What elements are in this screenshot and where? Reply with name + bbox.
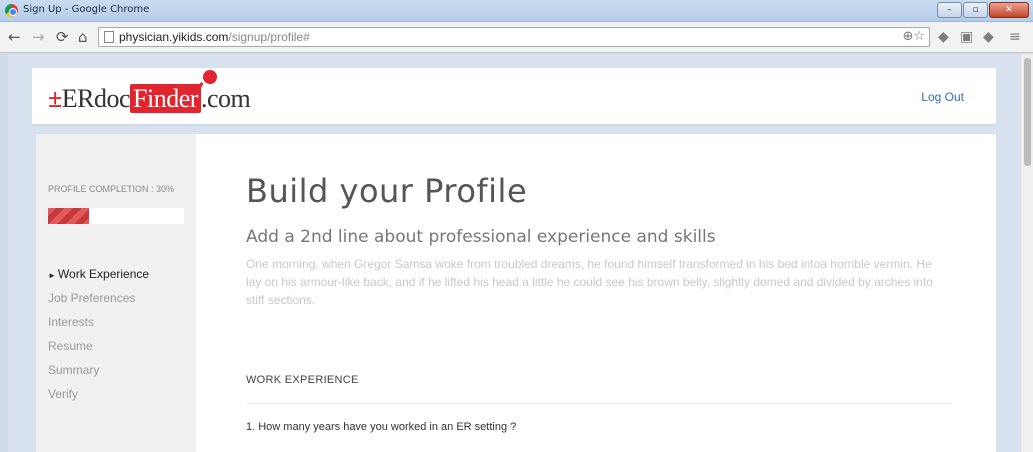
profile-completion-label: PROFILE COMPLETION : 30% — [48, 184, 175, 194]
scrollbar-thumb[interactable] — [1024, 58, 1031, 166]
section-title: WORK EXPERIENCE — [246, 374, 359, 386]
home-icon[interactable]: ⌂ — [78, 28, 88, 46]
extension-page-icon[interactable]: ▣ — [960, 28, 973, 46]
intro-text: One morning, when Gregor Samsa woke from… — [246, 257, 933, 307]
step-work-experience[interactable]: ► Work Experience — [48, 266, 149, 290]
profile-main: Build your Profile Add a 2nd line about … — [196, 134, 996, 452]
page-title: Build your Profile — [246, 172, 528, 210]
reload-icon[interactable]: ⟳ — [56, 28, 69, 46]
window-title: Sign Up - Google Chrome — [23, 4, 150, 15]
profile-steps: ► Work Experience Job Preferences Interes… — [48, 266, 149, 410]
site-logo[interactable]: ±ERdoc Finder .com — [48, 70, 251, 114]
step-verify[interactable]: Verify — [48, 386, 149, 410]
maximize-button[interactable]: ▫ — [963, 2, 988, 18]
window-titlebar: Sign Up - Google Chrome – ▫ ✕ — [0, 0, 1033, 22]
site-header: ±ERdoc Finder .com Log Out — [32, 68, 996, 126]
extension-diamond-icon-2[interactable]: ◆ — [983, 28, 994, 46]
arrow-right-icon: ► — [48, 271, 56, 280]
step-summary[interactable]: Summary — [48, 362, 149, 386]
page-icon — [104, 31, 114, 43]
window-controls: – ▫ ✕ — [937, 2, 1029, 18]
step-interests[interactable]: Interests — [48, 314, 149, 338]
profile-sidebar: PROFILE COMPLETION : 30% ► Work Experienc… — [36, 134, 196, 452]
question-years-er: 1. How many years have you worked in an … — [246, 421, 517, 433]
extension-diamond-icon[interactable]: ◆ — [938, 28, 949, 46]
forward-arrow-icon[interactable]: → — [32, 28, 45, 46]
chrome-logo-icon — [5, 4, 18, 17]
url-text[interactable]: physician.yikids.com/signup/profile# — [119, 30, 310, 44]
logout-link[interactable]: Log Out — [921, 90, 964, 104]
browser-toolbar: ← → ⟳ ⌂ physician.yikids.com/signup/prof… — [0, 22, 1033, 53]
page-viewport: ±ERdoc Finder .com Log Out PROFILE COMPLET… — [8, 54, 1020, 452]
page-scrollbar[interactable] — [1020, 54, 1033, 452]
step-resume[interactable]: Resume — [48, 338, 149, 362]
page-subtitle: Add a 2nd line about professional experi… — [246, 227, 716, 247]
step-job-preferences[interactable]: Job Preferences — [48, 290, 149, 314]
menu-icon[interactable]: ≡ — [1009, 28, 1021, 46]
profile-completion-bar — [48, 208, 184, 224]
zoom-bookmark-icons[interactable]: ⊕☆ — [902, 29, 925, 44]
address-bar[interactable]: physician.yikids.com/signup/profile# ⊕☆ — [98, 27, 930, 47]
close-button[interactable]: ✕ — [989, 2, 1029, 18]
section-divider — [246, 403, 952, 404]
profile-completion-fill — [48, 208, 89, 224]
minimize-button[interactable]: – — [937, 2, 962, 18]
pin-icon — [203, 70, 217, 84]
back-arrow-icon[interactable]: ← — [8, 28, 21, 46]
